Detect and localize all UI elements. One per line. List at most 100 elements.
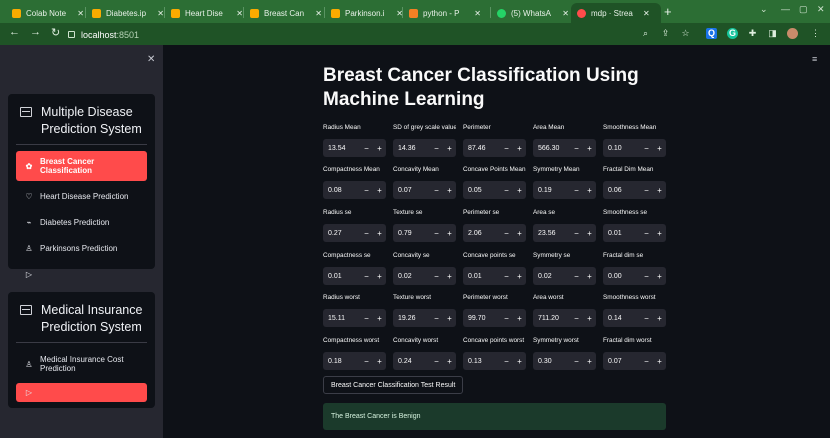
tab-close-icon[interactable]: ✕ (562, 9, 569, 18)
increment-button[interactable]: + (443, 272, 456, 281)
increment-button[interactable]: + (513, 229, 526, 238)
tab-search-icon[interactable]: ⌄ (760, 4, 768, 15)
increment-button[interactable]: + (583, 357, 596, 366)
increment-button[interactable]: + (443, 357, 456, 366)
test-result-button[interactable]: Breast Cancer Classification Test Result (323, 376, 464, 394)
number-input[interactable]: 0.07 (393, 187, 430, 194)
increment-button[interactable]: + (653, 229, 666, 238)
number-input[interactable]: 0.01 (323, 273, 360, 280)
browser-tab[interactable]: python - P ✕ (403, 3, 481, 23)
forward-icon[interactable]: → (30, 26, 41, 38)
increment-button[interactable]: + (513, 357, 526, 366)
maximize-icon[interactable]: ▢ (799, 4, 808, 15)
increment-button[interactable]: + (583, 186, 596, 195)
number-input[interactable]: 0.00 (603, 273, 640, 280)
increment-button[interactable]: + (653, 314, 666, 323)
number-input[interactable]: 0.24 (393, 358, 430, 365)
number-input[interactable]: 566.30 (533, 145, 570, 152)
browser-tab[interactable]: mdp · Strea ✕ (571, 3, 661, 23)
number-input[interactable]: 0.01 (463, 273, 500, 280)
new-tab-button[interactable]: + (664, 4, 672, 19)
tab-close-icon[interactable]: ✕ (236, 9, 243, 18)
decrement-button[interactable]: − (570, 186, 583, 195)
number-input[interactable]: 0.05 (463, 187, 500, 194)
number-input[interactable]: 711.20 (533, 315, 570, 322)
number-input[interactable]: 0.02 (533, 273, 570, 280)
number-input[interactable]: 0.07 (603, 358, 640, 365)
bookmark-star-icon[interactable]: ☆ (680, 28, 691, 39)
decrement-button[interactable]: − (500, 314, 513, 323)
increment-button[interactable]: + (513, 272, 526, 281)
sidebar-menu-item[interactable]: ♙ Medical Insurance Cost Prediction (16, 349, 147, 379)
browser-tab[interactable]: Colab Note ✕ (6, 3, 84, 23)
decrement-button[interactable]: − (500, 186, 513, 195)
browser-tab[interactable]: Parkinson.i ✕ (325, 3, 403, 23)
number-input[interactable]: 15.11 (323, 315, 360, 322)
number-input[interactable]: 0.02 (393, 273, 430, 280)
share-icon[interactable]: ⇪ (660, 28, 671, 39)
decrement-button[interactable]: − (640, 272, 653, 281)
profile-avatar[interactable] (787, 28, 798, 39)
tab-close-icon[interactable]: ✕ (315, 9, 322, 18)
url-field[interactable]: localhost :8501 (68, 27, 668, 42)
increment-button[interactable]: + (513, 186, 526, 195)
tab-close-icon[interactable]: ✕ (77, 9, 84, 18)
extension-q-icon[interactable]: Q (706, 28, 717, 39)
increment-button[interactable]: + (513, 144, 526, 153)
increment-button[interactable]: + (653, 272, 666, 281)
decrement-button[interactable]: − (500, 229, 513, 238)
increment-button[interactable]: + (443, 186, 456, 195)
decrement-button[interactable]: − (500, 357, 513, 366)
number-input[interactable]: 0.30 (533, 358, 570, 365)
decrement-button[interactable]: − (360, 314, 373, 323)
decrement-button[interactable]: − (640, 186, 653, 195)
decrement-button[interactable]: − (570, 144, 583, 153)
decrement-button[interactable]: − (360, 357, 373, 366)
decrement-button[interactable]: − (500, 272, 513, 281)
increment-button[interactable]: + (373, 186, 386, 195)
main-menu-icon[interactable]: ≡ (812, 54, 817, 64)
browser-tab[interactable]: Diabetes.ip ✕ (86, 3, 164, 23)
decrement-button[interactable]: − (500, 144, 513, 153)
decrement-button[interactable]: − (640, 144, 653, 153)
side-panel-icon[interactable]: ◨ (767, 28, 778, 39)
increment-button[interactable]: + (443, 144, 456, 153)
increment-button[interactable]: + (373, 272, 386, 281)
tab-close-icon[interactable]: ✕ (643, 9, 650, 18)
decrement-button[interactable]: − (430, 357, 443, 366)
increment-button[interactable]: + (583, 229, 596, 238)
decrement-button[interactable]: − (570, 272, 583, 281)
increment-button[interactable]: + (653, 186, 666, 195)
increment-button[interactable]: + (443, 314, 456, 323)
browser-tab[interactable]: (5) WhatsA ✕ (491, 3, 569, 23)
number-input[interactable]: 0.01 (603, 230, 640, 237)
number-input[interactable]: 0.10 (603, 145, 640, 152)
decrement-button[interactable]: − (570, 357, 583, 366)
sidebar-menu-item[interactable]: ▷ (16, 383, 147, 402)
increment-button[interactable]: + (653, 357, 666, 366)
sidebar-menu-item[interactable]: ⌁ Diabetes Prediction (16, 211, 147, 233)
window-close-icon[interactable]: ✕ (817, 4, 825, 15)
sidebar-menu-item[interactable]: ♡ Heart Disease Prediction (16, 185, 147, 207)
decrement-button[interactable]: − (570, 229, 583, 238)
browser-tab[interactable]: Heart Dise ✕ (165, 3, 243, 23)
decrement-button[interactable]: − (430, 186, 443, 195)
number-input[interactable]: 14.36 (393, 145, 430, 152)
sidebar-close-icon[interactable]: ✕ (147, 54, 155, 65)
number-input[interactable]: 0.08 (323, 187, 360, 194)
sidebar-menu-item[interactable]: ♙ Parkinsons Prediction (16, 237, 147, 259)
increment-button[interactable]: + (443, 229, 456, 238)
browser-menu-icon[interactable]: ⋮ (810, 28, 821, 39)
increment-button[interactable]: + (373, 357, 386, 366)
zoom-icon[interactable]: ⌕ (640, 28, 651, 39)
number-input[interactable]: 0.27 (323, 230, 360, 237)
decrement-button[interactable]: − (360, 186, 373, 195)
decrement-button[interactable]: − (640, 357, 653, 366)
decrement-button[interactable]: − (360, 144, 373, 153)
sidebar-menu-item[interactable]: ✿ Breast Cancer Classification (16, 151, 147, 181)
decrement-button[interactable]: − (360, 229, 373, 238)
increment-button[interactable]: + (373, 314, 386, 323)
decrement-button[interactable]: − (430, 229, 443, 238)
number-input[interactable]: 0.79 (393, 230, 430, 237)
decrement-button[interactable]: − (640, 229, 653, 238)
